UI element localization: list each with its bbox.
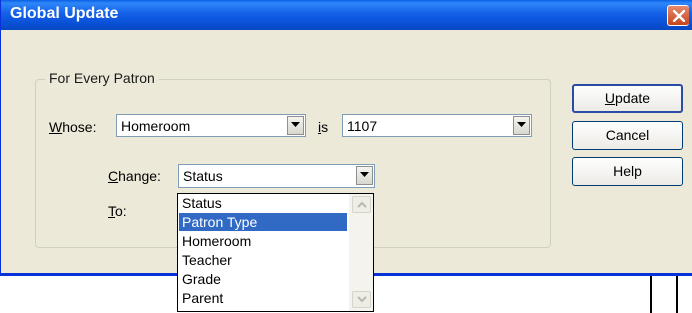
dropdown-option-grade[interactable]: Grade [179, 270, 347, 288]
change-dropdown-list[interactable]: Status Patron Type Homeroom Teacher Grad… [177, 193, 374, 312]
help-button[interactable]: Help [572, 157, 683, 186]
chevron-down-icon [357, 296, 367, 303]
is-select[interactable]: 1107 [342, 114, 532, 137]
whose-value: Homeroom [121, 118, 191, 134]
window-title: Global Update [10, 5, 119, 22]
chevron-down-icon [291, 122, 300, 127]
is-value: 1107 [347, 118, 378, 134]
scroll-up-button[interactable] [352, 196, 371, 213]
chevron-down-icon [517, 122, 526, 127]
cancel-button[interactable]: Cancel [572, 121, 683, 150]
chevron-up-icon [357, 201, 367, 208]
whose-select[interactable]: Homeroom [116, 114, 306, 137]
is-dropdown-button[interactable] [513, 116, 530, 135]
is-label: is [318, 119, 329, 135]
close-icon [673, 10, 685, 22]
group-legend: For Every Patron [45, 70, 159, 86]
change-value: Status [183, 168, 223, 184]
dropdown-option-patron-type[interactable]: Patron Type [179, 213, 347, 231]
whose-label: Whose: [49, 119, 97, 135]
title-bar[interactable]: Global Update [1, 0, 692, 30]
close-button[interactable] [667, 5, 689, 26]
dropdown-scrollbar[interactable] [349, 194, 373, 311]
change-select[interactable]: Status [178, 164, 375, 188]
background-window-edge [650, 276, 652, 313]
to-label: To: [108, 203, 127, 219]
dropdown-option-teacher[interactable]: Teacher [179, 251, 347, 269]
change-dropdown-button[interactable] [356, 166, 373, 185]
dropdown-option-parent[interactable]: Parent [179, 289, 347, 307]
dropdown-option-status[interactable]: Status [179, 194, 347, 212]
chevron-down-icon [360, 172, 369, 177]
whose-dropdown-button[interactable] [287, 116, 304, 135]
change-label: Change: [108, 168, 161, 184]
update-button[interactable]: Update [572, 84, 683, 113]
dropdown-option-homeroom[interactable]: Homeroom [179, 232, 347, 250]
scroll-down-button[interactable] [352, 291, 371, 308]
background-window-edge [676, 276, 678, 313]
